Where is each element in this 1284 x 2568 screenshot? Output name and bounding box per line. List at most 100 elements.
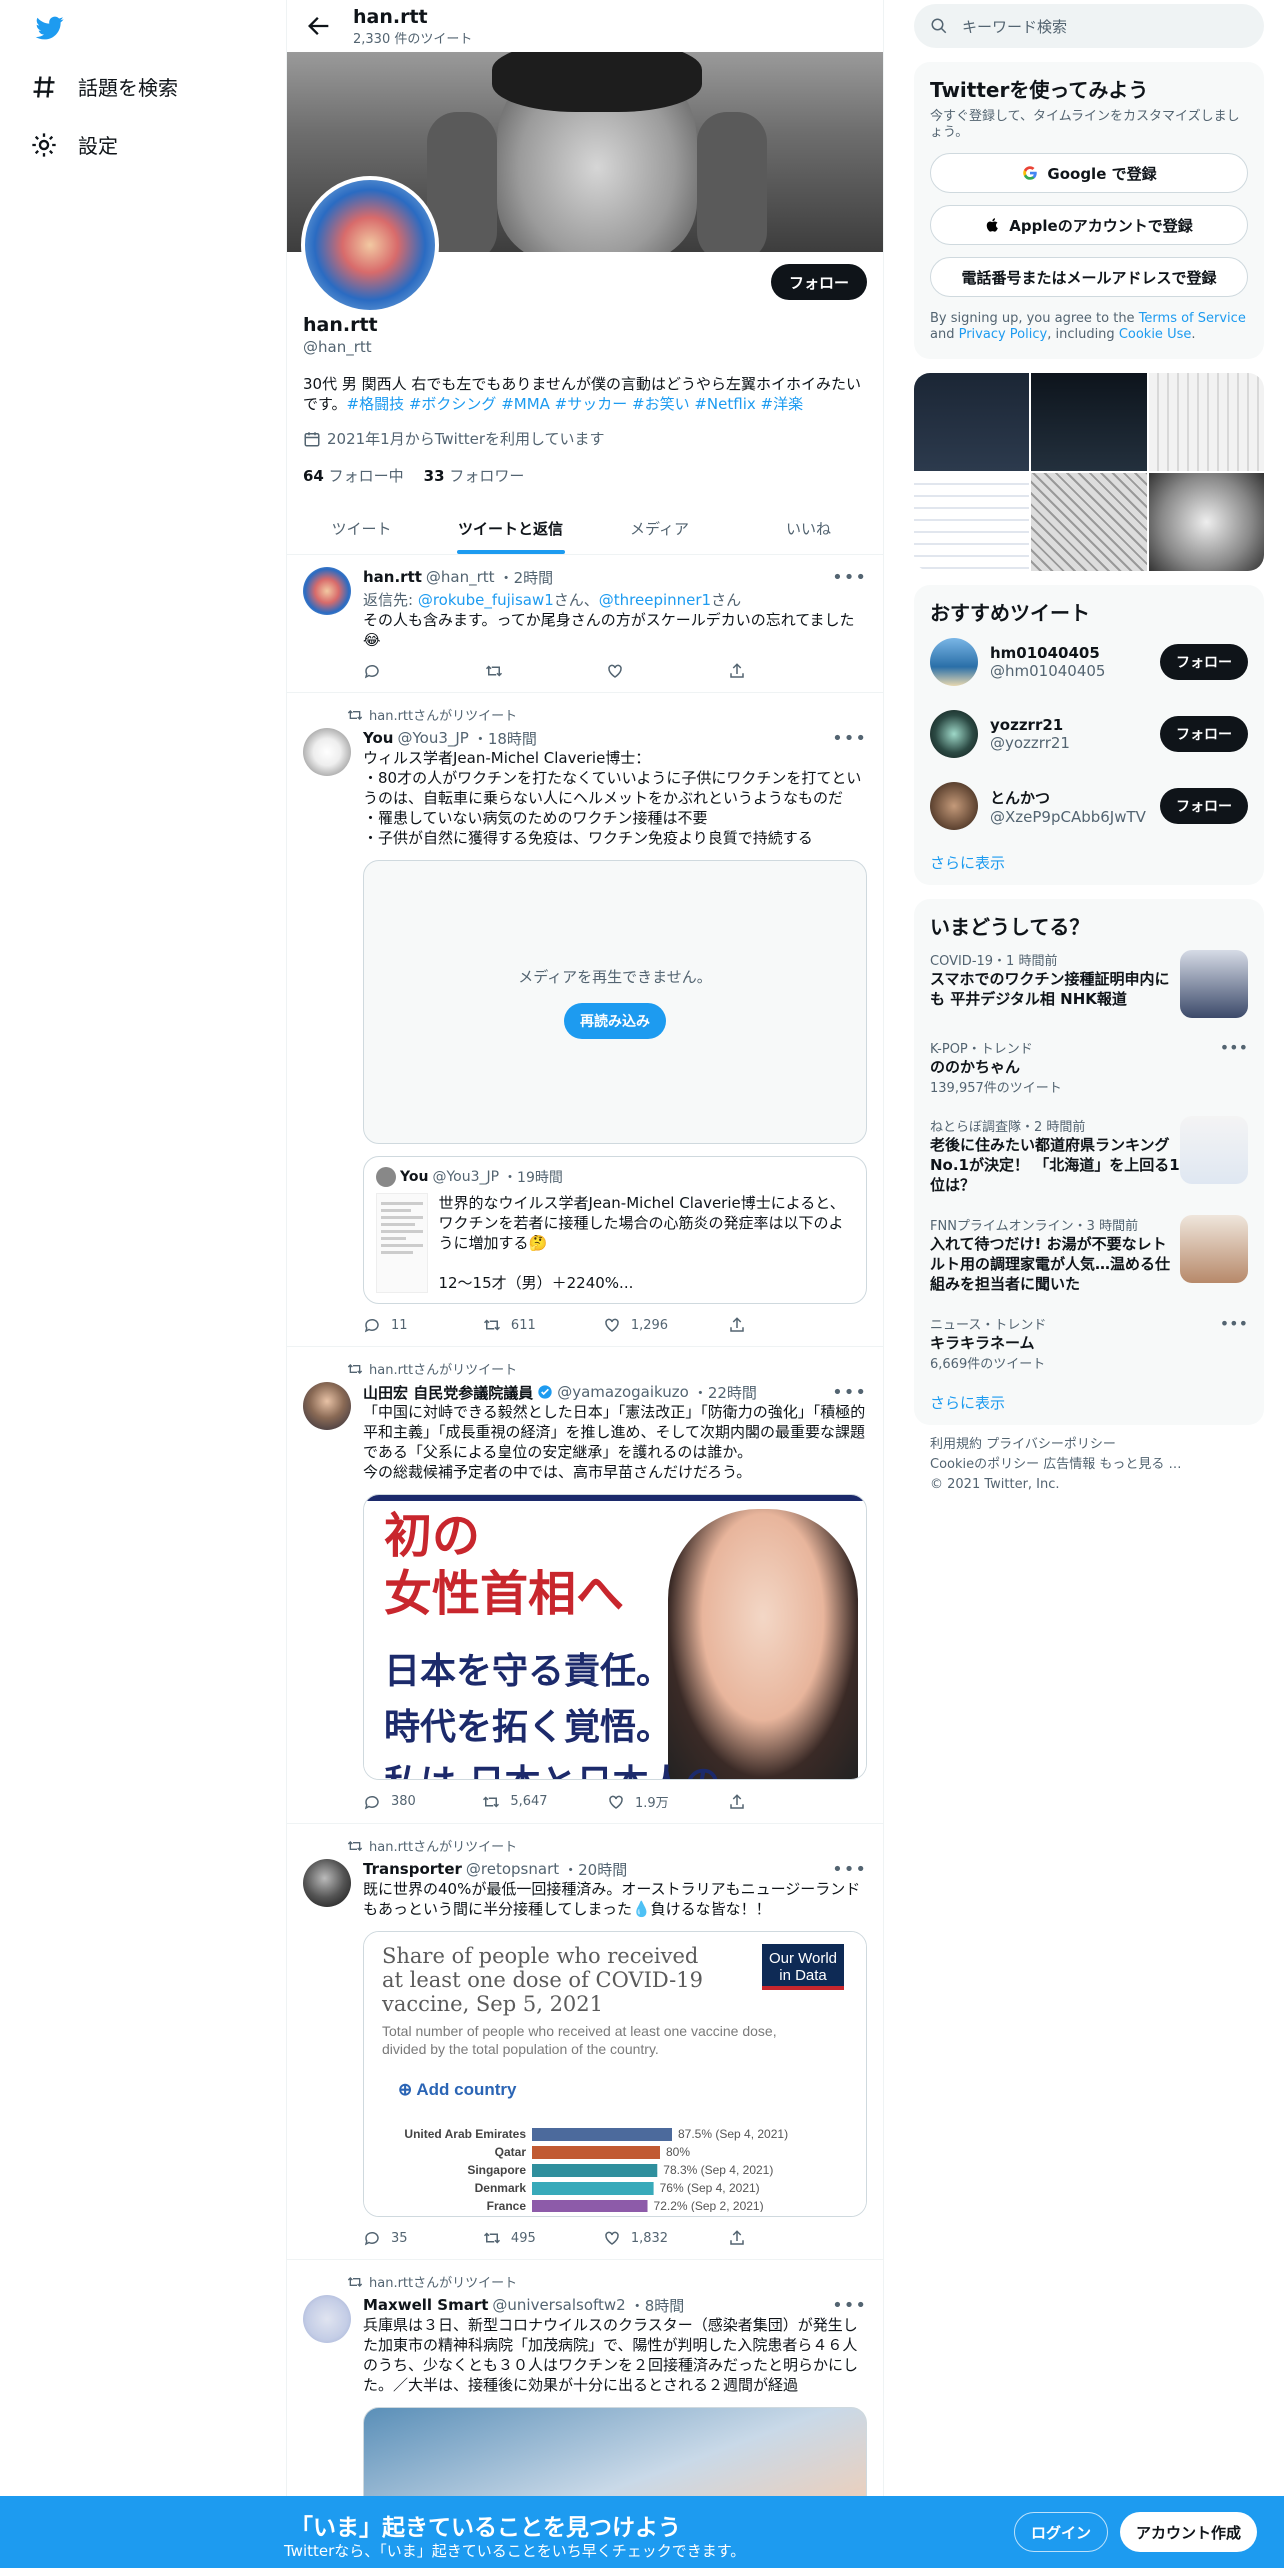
tab-tweets[interactable]: ツイート xyxy=(287,502,436,554)
tweet-time[interactable]: ・20時間 xyxy=(563,1859,627,1880)
tweet-time[interactable]: ・8時間 xyxy=(630,2295,685,2316)
tweet-author-name[interactable]: han.rtt xyxy=(363,568,422,586)
twitter-logo-icon[interactable] xyxy=(34,14,66,42)
tweet-author-name[interactable]: You xyxy=(363,729,393,747)
privacy-policy-link[interactable]: Privacy Policy xyxy=(959,327,1048,342)
share-button[interactable] xyxy=(728,1792,788,1811)
profile-avatar[interactable] xyxy=(301,176,439,314)
media-thumb[interactable] xyxy=(1148,373,1264,471)
tweet-author-handle[interactable]: @You3_JP xyxy=(397,729,468,747)
follow-button[interactable]: フォロー xyxy=(1160,788,1248,824)
share-button[interactable] xyxy=(728,662,788,680)
reply-mention[interactable]: @rokube_fujisaw1 xyxy=(418,591,554,609)
tweet-author-name[interactable]: Transporter xyxy=(363,1860,462,1878)
more-icon[interactable]: ••• xyxy=(832,728,867,749)
reply-button[interactable]: 380 xyxy=(363,1792,423,1811)
user-avatar[interactable] xyxy=(930,782,978,830)
media-grid[interactable] xyxy=(914,373,1264,571)
tweet-avatar[interactable] xyxy=(303,1382,351,1430)
quote-tweet[interactable]: You @You3_JP ・19時間 世界的なウイルス学者Jean-Michel C… xyxy=(363,1156,867,1304)
more-icon[interactable]: ••• xyxy=(832,1859,867,1880)
tweet-author-name[interactable]: Maxwell Smart xyxy=(363,2296,488,2314)
tweet-avatar[interactable] xyxy=(303,2295,351,2343)
tweet-time[interactable]: ・2時間 xyxy=(499,567,554,588)
more-icon[interactable]: ••• xyxy=(1220,1314,1248,1372)
bio-hashtags[interactable]: #格闘技 #ボクシング #MMA #サッカー #お笑い #Netflix #洋楽 xyxy=(347,395,804,413)
cookie-use-link[interactable]: Cookie Use xyxy=(1119,327,1192,342)
footer-line[interactable]: 利用規約 プライバシーポリシー xyxy=(930,1435,1248,1455)
more-icon[interactable]: ••• xyxy=(1220,1038,1248,1096)
share-button[interactable] xyxy=(728,1316,788,1334)
tweet-author-handle[interactable]: @yamazogaikuzo xyxy=(557,1383,689,1401)
tweet-author-name[interactable]: 山田宏 自民党参議院議員 xyxy=(363,1382,533,1403)
tab-tweets-replies[interactable]: ツイートと返信 xyxy=(436,502,585,554)
user-avatar[interactable] xyxy=(930,710,978,758)
tab-media[interactable]: メディア xyxy=(585,502,734,554)
apple-signup-button[interactable]: Appleのアカウントで登録 xyxy=(930,205,1248,245)
retweet-button[interactable]: 611 xyxy=(483,1316,543,1334)
recommended-user[interactable]: とんかつ @XzeP9pCAbb6JwTV フォロー xyxy=(930,770,1248,842)
media-thumb[interactable] xyxy=(1148,473,1264,571)
tweet-avatar[interactable] xyxy=(303,567,351,615)
reply-button[interactable]: 35 xyxy=(363,2229,423,2247)
footer-line[interactable]: Cookieのポリシー 広告情報 もっと見る … xyxy=(930,1455,1248,1475)
recommended-user[interactable]: yozzrr21 @yozzrr21 フォロー xyxy=(930,698,1248,770)
like-button[interactable]: 1.9万 xyxy=(607,1792,669,1811)
search-input[interactable]: キーワード検索 xyxy=(914,4,1264,48)
retweet-button[interactable]: 495 xyxy=(483,2229,543,2247)
tweet-avatar[interactable] xyxy=(303,1859,351,1907)
reload-button[interactable]: 再読み込み xyxy=(564,1002,666,1039)
trend-item[interactable]: ねとらぼ調査隊・2 時間前 老後に住みたい都道府県ランキングNo.1が決定！ 「北… xyxy=(930,1106,1248,1205)
more-icon[interactable]: ••• xyxy=(832,1382,867,1403)
signup-button[interactable]: アカウント作成 xyxy=(1120,2512,1258,2552)
follow-button[interactable]: フォロー xyxy=(770,264,867,300)
more-icon[interactable]: ••• xyxy=(832,567,867,588)
login-button[interactable]: ログイン xyxy=(1014,2512,1109,2552)
followers-link[interactable]: 33 フォロワー xyxy=(424,465,525,486)
tweet-avatar[interactable] xyxy=(303,728,351,776)
retweet-button[interactable] xyxy=(485,662,545,680)
media-thumb[interactable] xyxy=(1031,373,1147,471)
nav-explore[interactable]: 話題を検索 xyxy=(30,72,178,101)
tweet[interactable]: han.rttさんがリツイート 山田宏 自民党参議院議員 @yamazogaiku… xyxy=(287,1347,883,1824)
terms-of-service-link[interactable]: Terms of Service xyxy=(1139,311,1246,326)
google-signup-button[interactable]: Google で登録 xyxy=(930,153,1248,193)
tweet-author-handle[interactable]: @universalsoftw2 xyxy=(492,2296,625,2314)
tweet-image[interactable]: 初の 女性首相へ 日本を守る責任。 時代を拓く覚悟。 私は 日本と日本人の xyxy=(363,1494,867,1780)
more-icon[interactable]: ••• xyxy=(832,2295,867,2316)
tweet-image[interactable]: Share of people who received at least on… xyxy=(363,1931,867,2217)
trend-item[interactable]: COVID-19・1 時間前 スマホでのワクチン接種証明申内にも 平井デジタル相 … xyxy=(930,940,1248,1028)
retweet-button[interactable]: 5,647 xyxy=(482,1792,548,1811)
like-button[interactable] xyxy=(606,662,666,680)
tweet-time[interactable]: ・18時間 xyxy=(473,728,537,749)
phone-email-signup-button[interactable]: 電話番号またはメールアドレスで登録 xyxy=(930,257,1248,297)
reply-button[interactable]: 11 xyxy=(363,1316,423,1334)
tweet[interactable]: han.rttさんがリツイート You @You3_JP ・18時間 ••• ウィルス… xyxy=(287,693,883,1347)
tweet[interactable]: han.rtt @han_rtt ・2時間 ••• 返信先: @rokube_fuji… xyxy=(287,555,883,693)
tweet[interactable]: han.rttさんがリツイート Transporter @retopsnart ・2… xyxy=(287,1824,883,2260)
show-more-link[interactable]: さらに表示 xyxy=(930,852,1248,873)
follow-button[interactable]: フォロー xyxy=(1160,644,1248,680)
media-thumb[interactable] xyxy=(914,473,1030,571)
media-thumb[interactable] xyxy=(914,373,1030,471)
recommended-user[interactable]: hm01040405 @hm01040405 フォロー xyxy=(930,626,1248,698)
following-link[interactable]: 64 フォロー中 xyxy=(303,465,404,486)
like-button[interactable]: 1,296 xyxy=(603,1316,668,1334)
share-button[interactable] xyxy=(728,2229,788,2247)
back-arrow-icon[interactable] xyxy=(305,12,333,40)
tweet-author-handle[interactable]: @han_rtt xyxy=(426,568,495,586)
nav-settings[interactable]: 設定 xyxy=(30,130,118,159)
tweet-author-handle[interactable]: @retopsnart xyxy=(466,1860,559,1878)
trend-item[interactable]: ニュース・トレンド キラキラネーム 6,669件のツイート ••• xyxy=(930,1304,1248,1382)
follow-button[interactable]: フォロー xyxy=(1160,716,1248,752)
tweet-time[interactable]: ・22時間 xyxy=(693,1382,757,1403)
reply-mention[interactable]: @threepinner1 xyxy=(599,591,711,609)
media-thumb[interactable] xyxy=(1031,473,1147,571)
user-avatar[interactable] xyxy=(930,638,978,686)
tab-likes[interactable]: いいね xyxy=(734,502,883,554)
reply-button[interactable] xyxy=(363,662,423,680)
trend-item[interactable]: K-POP・トレンド ののかちゃん 139,957件のツイート ••• xyxy=(930,1028,1248,1106)
like-button[interactable]: 1,832 xyxy=(603,2229,668,2247)
show-more-link[interactable]: さらに表示 xyxy=(930,1392,1248,1413)
trend-item[interactable]: FNNプライムオンライン・3 時間前 入れて待つだけ! お湯が不要なレトルト用の調… xyxy=(930,1205,1248,1304)
